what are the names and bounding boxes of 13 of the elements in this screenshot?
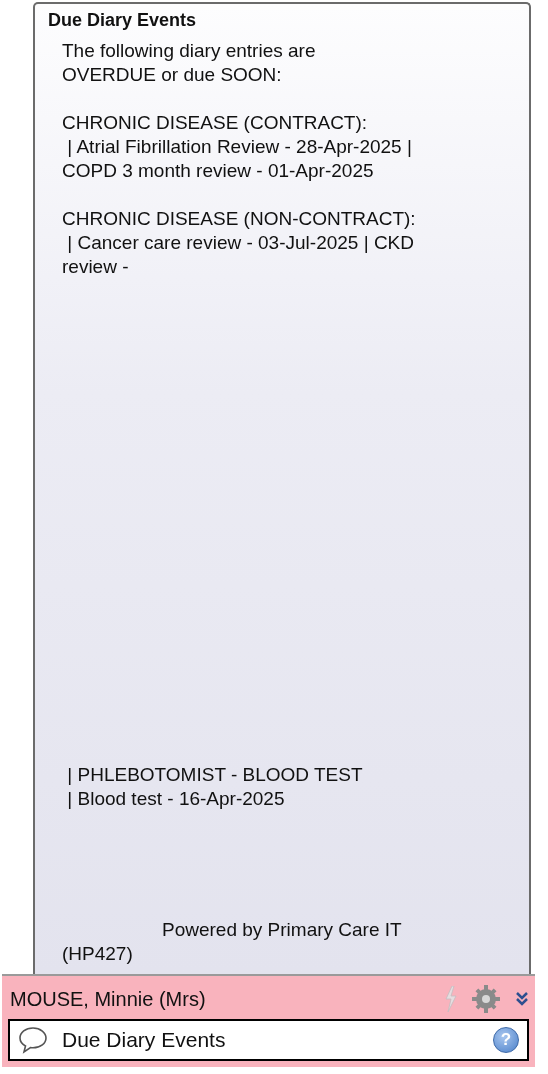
- diary-text: CHRONIC DISEASE (NON-CONTRACT): | Cancer care review - 03-Jul-2025 | CKD review -: [62, 207, 416, 279]
- diary-text: CHRONIC DISEASE (CONTRACT): | Atrial Fibrillation Review - 28-Apr-2025 | COPD 3 month review - 01-Apr-2025: [62, 111, 412, 183]
- diary-text: The following diary entries are OVERDUE or due SOON:: [62, 39, 316, 87]
- patient-name: MOUSE, Minnie (Mrs): [9, 987, 207, 1011]
- alert-row[interactable]: Due Diary Events ?: [8, 1018, 529, 1061]
- double-chevron-icon[interactable]: [515, 991, 529, 1008]
- gear-icon[interactable]: [471, 984, 501, 1015]
- powered-by-text: Powered by Primary Care IT (HP427): [62, 918, 403, 966]
- popup-title: Due Diary Events: [48, 10, 197, 31]
- lightning-icon[interactable]: [445, 986, 457, 1013]
- speech-bubble-icon: [18, 1025, 48, 1054]
- alert-label: Due Diary Events: [62, 1027, 227, 1052]
- diary-text: | PHLEBOTOMIST - BLOOD TEST | Blood test - 16-Apr-2025: [66, 763, 363, 811]
